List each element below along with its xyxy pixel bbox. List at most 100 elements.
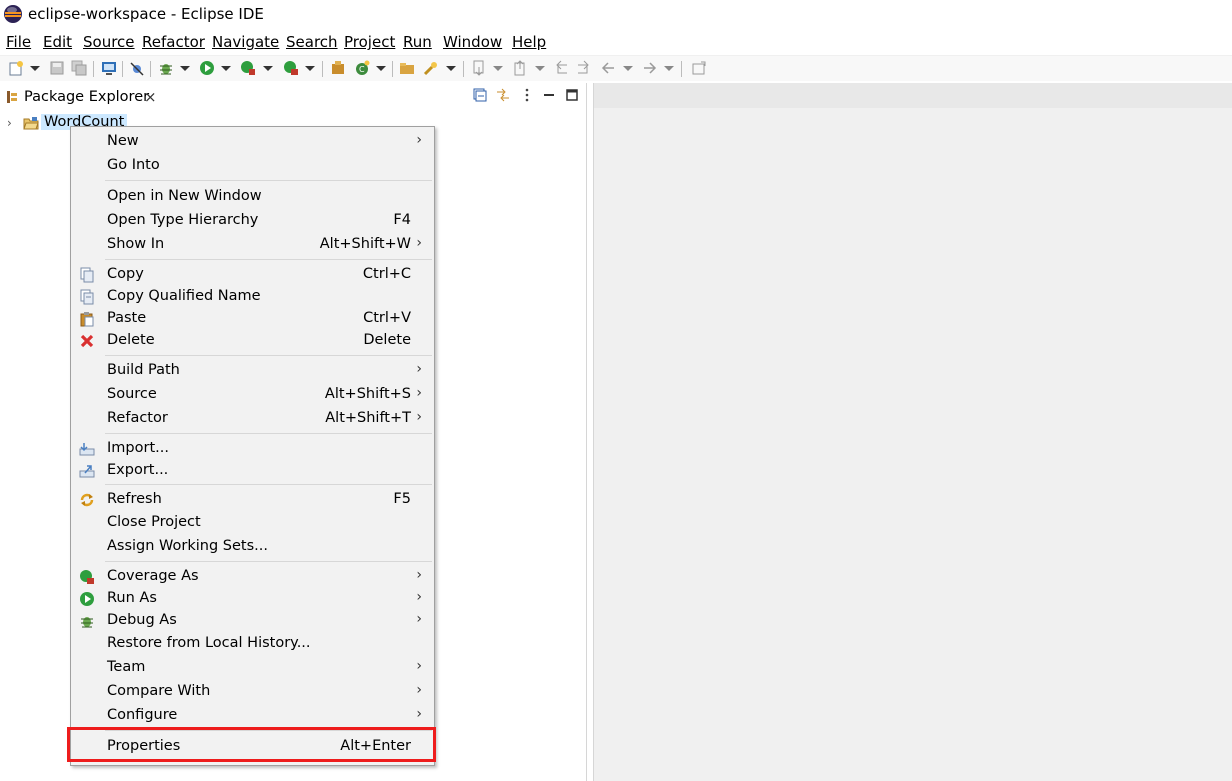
menu-item-refresh[interactable]: Refresh F5 (71, 489, 434, 511)
tab-label: Package Explorer (24, 89, 150, 105)
menu-help[interactable]: Help (512, 33, 546, 51)
menu-item-compare-with[interactable]: Compare With › (71, 681, 434, 703)
menu-item-open-type-hierarchy[interactable]: Open Type Hierarchy F4 (71, 210, 434, 232)
menu-item-assign-working-sets[interactable]: Assign Working Sets... (71, 536, 434, 558)
forward-icon[interactable] (642, 60, 658, 76)
external-tools-icon[interactable] (283, 60, 299, 76)
new-java-package-icon[interactable] (330, 60, 346, 76)
menu-navigate[interactable]: Navigate (212, 33, 279, 51)
maximize-icon[interactable] (565, 88, 579, 102)
search-dropdown-icon[interactable] (446, 66, 456, 71)
submenu-arrow-icon: › (416, 132, 422, 148)
menu-item-copy[interactable]: Copy Ctrl+C (71, 264, 434, 286)
menu-item-label: Team (107, 659, 146, 675)
menu-item-close-project[interactable]: Close Project (71, 512, 434, 534)
menu-refactor[interactable]: Refactor (142, 33, 205, 51)
search-icon[interactable] (423, 60, 439, 76)
menu-bar: File Edit Source Refactor Navigate Searc… (0, 30, 1232, 54)
menu-file[interactable]: File (6, 33, 31, 51)
menu-item-shortcut: Ctrl+C (362, 266, 411, 282)
menu-separator (105, 355, 432, 356)
menu-separator (105, 180, 432, 181)
open-type-icon[interactable] (399, 60, 415, 76)
menu-item-label: Build Path (107, 362, 180, 378)
menu-run[interactable]: Run (403, 33, 432, 51)
menu-edit[interactable]: Edit (43, 33, 72, 51)
tab-package-explorer[interactable]: Package Explorer × (0, 83, 163, 111)
submenu-arrow-icon: › (416, 611, 422, 627)
menu-item-team[interactable]: Team › (71, 657, 434, 679)
collapse-all-icon[interactable] (473, 88, 487, 102)
menu-item-shortcut: Alt+Shift+S (324, 386, 411, 402)
forward-dropdown-icon[interactable] (664, 66, 674, 71)
menu-item-label: Open Type Hierarchy (107, 212, 259, 228)
context-menu: New › Go Into Open in New Window Open Ty… (70, 126, 435, 766)
menu-item-refactor[interactable]: Refactor Alt+Shift+T › (71, 408, 434, 430)
menu-item-run-as[interactable]: Run As › (71, 588, 434, 610)
menu-search[interactable]: Search (286, 33, 338, 51)
forward-history-icon[interactable] (576, 60, 592, 76)
menu-item-show-in[interactable]: Show In Alt+Shift+W › (71, 234, 434, 256)
close-icon[interactable]: × (144, 88, 157, 106)
title-bar: eclipse-workspace - Eclipse IDE (0, 0, 1232, 30)
run-dropdown-icon[interactable] (221, 66, 231, 71)
new-class-dropdown-icon[interactable] (376, 66, 386, 71)
coverage-icon[interactable] (240, 60, 256, 76)
previous-annotation-icon[interactable] (512, 60, 528, 76)
submenu-arrow-icon: › (416, 706, 422, 722)
minimize-icon[interactable] (542, 88, 556, 102)
menu-item-debug-as[interactable]: Debug As › (71, 610, 434, 632)
eclipse-logo-icon (4, 5, 22, 23)
menu-item-configure[interactable]: Configure › (71, 705, 434, 727)
menu-item-label: Close Project (107, 514, 201, 530)
coverage-dropdown-icon[interactable] (263, 66, 273, 71)
menu-project[interactable]: Project (344, 33, 395, 51)
import-icon (79, 443, 95, 456)
menu-item-source[interactable]: Source Alt+Shift+S › (71, 384, 434, 406)
menu-item-restore-from-local-history[interactable]: Restore from Local History... (71, 633, 434, 655)
package-explorer-tabbar: Package Explorer × (0, 83, 586, 111)
link-with-editor-icon[interactable] (496, 88, 510, 102)
submenu-arrow-icon: › (416, 385, 422, 401)
debug-dropdown-icon[interactable] (180, 66, 190, 71)
skip-breakpoints-icon[interactable] (129, 60, 145, 76)
menu-item-copy-qualified-name[interactable]: Copy Qualified Name (71, 286, 434, 308)
expand-chevron-icon[interactable]: › (7, 116, 12, 130)
submenu-arrow-icon: › (416, 682, 422, 698)
view-menu-icon[interactable] (520, 88, 534, 102)
debug-icon[interactable] (158, 60, 174, 76)
menu-item-new[interactable]: New › (71, 131, 434, 153)
run-icon[interactable] (199, 60, 215, 76)
pin-editor-icon[interactable] (691, 60, 707, 76)
new-dropdown-icon[interactable] (30, 66, 40, 71)
next-annotation-dropdown-icon[interactable] (493, 66, 503, 71)
menu-item-paste[interactable]: Paste Ctrl+V (71, 308, 434, 330)
menu-source[interactable]: Source (83, 33, 135, 51)
menu-window[interactable]: Window (443, 33, 502, 51)
menu-item-coverage-as[interactable]: Coverage As › (71, 566, 434, 588)
menu-item-go-into[interactable]: Go Into (71, 155, 434, 177)
back-dropdown-icon[interactable] (623, 66, 633, 71)
last-edit-location-icon[interactable] (553, 60, 569, 76)
terminal-icon[interactable] (101, 60, 117, 76)
menu-item-shortcut: Ctrl+V (363, 310, 411, 326)
next-annotation-icon[interactable] (471, 60, 487, 76)
external-tools-dropdown-icon[interactable] (305, 66, 315, 71)
new-icon[interactable] (8, 60, 24, 76)
menu-separator (105, 561, 432, 562)
menu-item-open-in-new-window[interactable]: Open in New Window (71, 186, 434, 208)
menu-item-label: Delete (107, 332, 155, 348)
menu-item-label: Coverage As (107, 568, 199, 584)
copy-qualified-name-icon (80, 289, 94, 305)
previous-annotation-dropdown-icon[interactable] (535, 66, 545, 71)
save-icon[interactable] (49, 60, 65, 76)
menu-item-import[interactable]: Import... (71, 438, 434, 460)
back-icon[interactable] (600, 60, 616, 76)
copy-icon (80, 267, 94, 283)
new-java-class-icon[interactable]: C (354, 60, 370, 76)
menu-item-export[interactable]: Export... (71, 460, 434, 482)
save-all-icon[interactable] (71, 60, 87, 76)
menu-item-label: Import... (107, 440, 169, 456)
menu-item-build-path[interactable]: Build Path › (71, 360, 434, 382)
menu-item-delete[interactable]: Delete Delete (71, 330, 434, 352)
